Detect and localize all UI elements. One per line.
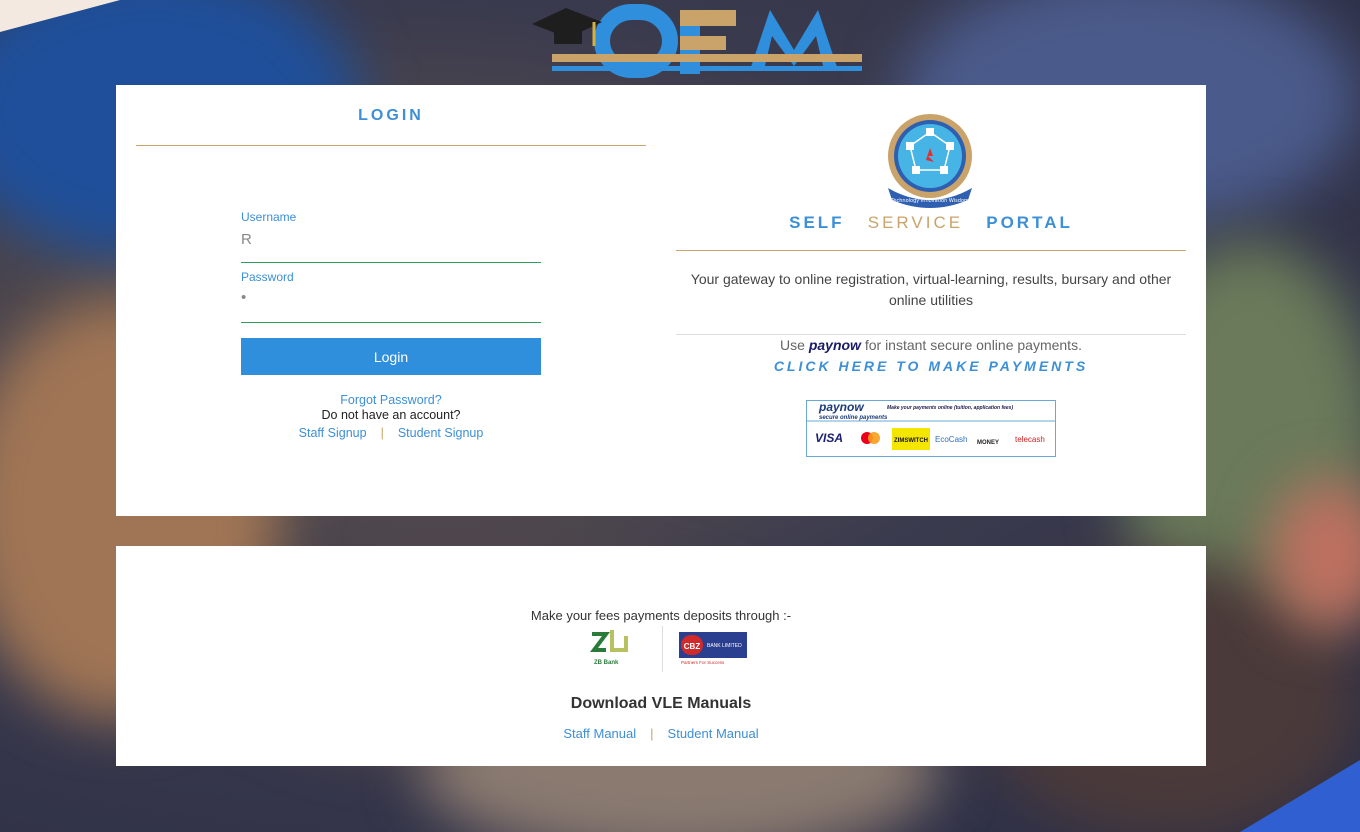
login-button[interactable]: Login — [241, 338, 541, 375]
telecash-icon: telecash — [1015, 435, 1045, 444]
paynow-banner-brand: paynow — [818, 400, 864, 414]
username-underline — [241, 262, 541, 263]
paynow-info: Use paynow for instant secure online pay… — [780, 337, 1082, 353]
staff-signup-link[interactable]: Staff Signup — [299, 426, 367, 440]
login-heading: LOGIN — [358, 107, 424, 124]
zimswitch-icon: ZIMSWITCH — [894, 438, 928, 444]
cbz-sub: BANK LIMITED — [707, 643, 742, 649]
zb-bank-label: ZB Bank — [594, 660, 619, 666]
zb-bank-logo: ZB Bank — [590, 630, 628, 666]
signup-links: Staff Signup | Student Signup — [116, 426, 666, 440]
login-card: LOGIN Username Password • Login Forgot P… — [116, 85, 1206, 516]
make-payments-link[interactable]: CLICK HERE TO MAKE PAYMENTS — [676, 358, 1186, 374]
no-account-text: Do not have an account? — [321, 408, 461, 422]
separator: | — [380, 426, 384, 440]
password-input[interactable]: • — [241, 289, 541, 306]
manual-links: Staff Manual | Student Manual — [116, 726, 1206, 741]
cbz-bank-logo: CBZ BANK LIMITED Partners For Success — [679, 632, 747, 665]
paynow-banner-subtitle: secure online payments — [819, 415, 888, 421]
payments-card: Make your fees payments deposits through… — [116, 546, 1206, 766]
student-signup-link[interactable]: Student Signup — [398, 426, 484, 440]
paynow-brand: paynow — [808, 337, 861, 353]
forgot-password-link[interactable]: Forgot Password? — [340, 393, 441, 407]
university-seal-icon: Technology Innovation Wisdom — [888, 114, 972, 208]
divider — [676, 250, 1186, 251]
seal-motto: Technology Innovation Wisdom — [890, 198, 969, 204]
password-label: Password — [241, 270, 294, 284]
paynow-banner-tagline: Make your payments online (tuition, appl… — [887, 405, 1013, 411]
ecocash-icon: EcoCash — [935, 435, 967, 444]
onemoney-icon: MONEY — [977, 440, 999, 446]
top-left-decoration — [0, 0, 120, 32]
divider — [136, 145, 646, 146]
divider — [662, 626, 663, 672]
visa-icon: VISA — [815, 431, 843, 445]
password-underline — [241, 322, 541, 323]
cbz-label: CBZ — [684, 642, 701, 651]
paynow-banner[interactable]: paynow Make your payments online (tuitio… — [806, 400, 1056, 457]
username-input[interactable] — [241, 231, 541, 248]
student-manual-link[interactable]: Student Manual — [668, 726, 759, 741]
staff-manual-link[interactable]: Staff Manual — [563, 726, 636, 741]
username-label: Username — [241, 210, 297, 224]
divider — [676, 334, 1186, 335]
cbz-tagline: Partners For Success — [681, 660, 725, 665]
deposit-text: Make your fees payments deposits through… — [530, 608, 792, 623]
separator: | — [650, 726, 654, 741]
bottom-right-decoration — [1240, 760, 1360, 832]
portal-description: Your gateway to online registration, vir… — [690, 271, 1172, 308]
vle-manuals-heading: Download VLE Manuals — [570, 695, 752, 712]
portal-title: SELF SERVICE PORTAL — [789, 213, 1073, 232]
